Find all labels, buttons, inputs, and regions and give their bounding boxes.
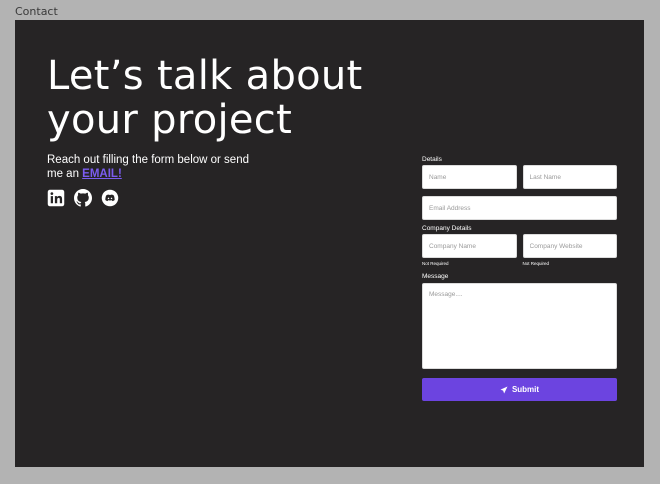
linkedin-icon[interactable]	[47, 189, 65, 207]
company-website-input[interactable]	[522, 234, 617, 258]
title-line-1: Let’s talk about	[47, 53, 363, 99]
company-website-hint: Not Required	[522, 261, 550, 266]
last-name-input[interactable]	[522, 165, 617, 189]
message-label: Message	[422, 273, 449, 280]
first-name-input[interactable]	[422, 165, 517, 189]
page-title: Let’s talk about your project	[47, 54, 363, 142]
intro-copy: Reach out filling the form below or send…	[47, 154, 249, 180]
email-input[interactable]	[422, 196, 617, 220]
frame-label: Contact	[15, 5, 58, 18]
contact-form: Details Company Details Not Required Not…	[422, 156, 617, 401]
send-icon	[500, 386, 508, 393]
intro-text: Reach out filling the form below or send…	[47, 154, 257, 181]
github-icon[interactable]	[74, 189, 92, 207]
message-textarea[interactable]	[422, 283, 617, 369]
social-links	[47, 189, 119, 207]
submit-label: Submit	[511, 385, 540, 394]
contact-panel: Let’s talk about your project Reach out …	[15, 20, 644, 467]
discord-icon[interactable]	[101, 189, 119, 207]
company-name-hint: Not Required	[422, 261, 449, 266]
email-link[interactable]: EMAIL!	[82, 168, 122, 180]
submit-button[interactable]: Submit	[422, 378, 617, 401]
details-label: Details	[422, 156, 442, 163]
company-details-label: Company Details	[422, 225, 472, 232]
company-name-input[interactable]	[422, 234, 517, 258]
title-line-2: your project	[47, 97, 293, 143]
